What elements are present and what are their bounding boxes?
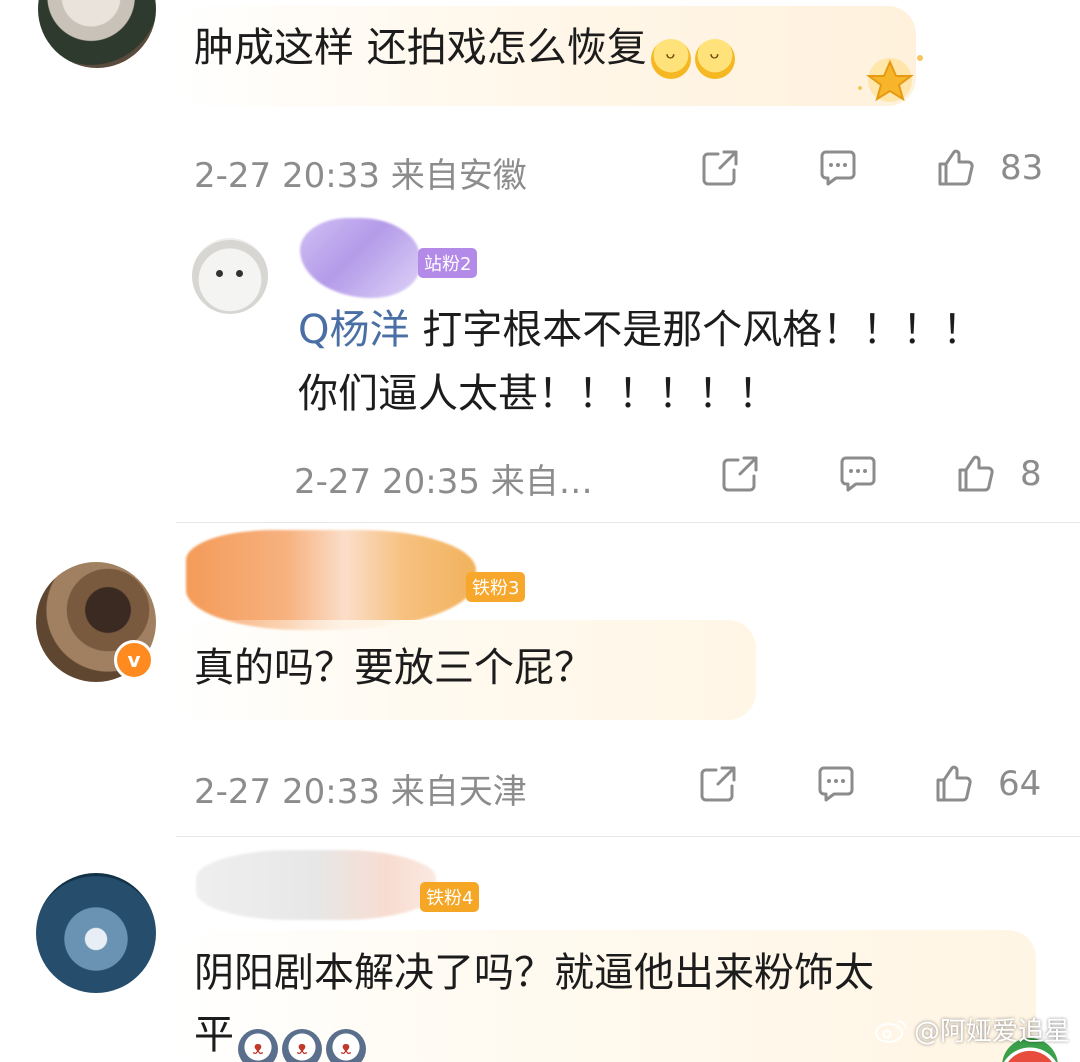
comment-text-content: 肿成这样 还拍戏怎么恢复	[194, 25, 647, 71]
share-icon	[702, 150, 738, 186]
thumbs-up-icon	[936, 765, 972, 802]
comment-location: 来自…	[490, 462, 593, 502]
watermark-text: @阿娅爱追星	[913, 1017, 1070, 1047]
divider	[176, 836, 1080, 837]
comment-button[interactable]	[836, 452, 880, 496]
comment-meta: 2-27 20:35 来自…	[294, 454, 593, 503]
comment-button[interactable]	[814, 762, 858, 806]
comment-text-content: 平	[194, 1012, 234, 1058]
comment-location: 来自天津	[390, 772, 527, 812]
username-redacted[interactable]	[186, 530, 476, 630]
share-icon	[722, 456, 758, 492]
like-count: 83	[1000, 148, 1044, 188]
share-button[interactable]	[718, 452, 762, 496]
like-count: 64	[998, 764, 1042, 804]
comment-text-line: 阴阳剧本解决了吗？就逼他出来粉饰太	[194, 950, 874, 996]
avatar[interactable]	[36, 873, 156, 993]
comment-text-line: 你们逼人太甚！！！！！！	[298, 371, 778, 417]
comment-meta: 2-27 20:33 来自天津	[194, 764, 527, 813]
comment-text: 真的吗？要放三个屁？	[194, 645, 594, 691]
comment-time: 2-27 20:35	[294, 462, 480, 502]
thumbs-up-icon	[938, 149, 974, 186]
comment-time: 2-27 20:33	[194, 156, 380, 196]
husky-emoji-icon: ᴥ	[326, 1029, 366, 1062]
like-button[interactable]: 83	[934, 146, 1043, 190]
avatar[interactable]	[192, 238, 268, 314]
comment-icon	[818, 766, 854, 802]
share-icon	[700, 766, 736, 802]
smile-emoji-icon: ᵕ	[694, 39, 735, 79]
fan-level-badge: 铁粉3	[466, 572, 526, 602]
star-badge-icon	[850, 48, 930, 108]
husky-emoji-icon: ᴥ	[238, 1029, 278, 1062]
comment-text-line: 平ᴥᴥᴥ	[194, 1007, 366, 1062]
husky-emoji-icon: ᴥ	[282, 1029, 322, 1062]
watermark: @阿娅爱追星	[874, 1011, 1070, 1048]
share-button[interactable]	[696, 762, 740, 806]
mention-link[interactable]: Q杨洋	[298, 307, 409, 353]
comment-text-line: Q杨洋 打字根本不是那个风格！！！！	[298, 302, 982, 358]
like-count: 8	[1020, 454, 1042, 494]
like-button[interactable]: 8	[954, 452, 1042, 496]
username-redacted[interactable]	[196, 850, 436, 920]
fan-level-badge: 铁粉4	[420, 882, 480, 912]
comment-button[interactable]	[816, 146, 860, 190]
like-button[interactable]: 64	[932, 762, 1041, 806]
weibo-logo-icon	[874, 1019, 907, 1043]
smile-emoji-icon: ᵕ	[650, 39, 691, 79]
username-redacted[interactable]	[300, 218, 420, 298]
comment-time: 2-27 20:33	[194, 772, 380, 812]
avatar[interactable]	[38, 0, 156, 68]
comment-meta: 2-27 20:33 来自安徽	[194, 148, 527, 197]
verified-badge-icon: v	[114, 640, 154, 680]
divider	[176, 522, 1080, 523]
fan-level-badge: 站粉2	[418, 248, 478, 278]
comment-location: 来自安徽	[390, 156, 527, 196]
comment-text: 肿成这样 还拍戏怎么恢复 ᵕ ᵕ	[194, 20, 735, 79]
thumbs-up-icon	[958, 455, 994, 492]
comment-icon	[820, 150, 856, 186]
comment-icon	[840, 456, 876, 492]
comment-text-content: 打字根本不是那个风格！！！！	[409, 307, 983, 353]
share-button[interactable]	[698, 146, 742, 190]
